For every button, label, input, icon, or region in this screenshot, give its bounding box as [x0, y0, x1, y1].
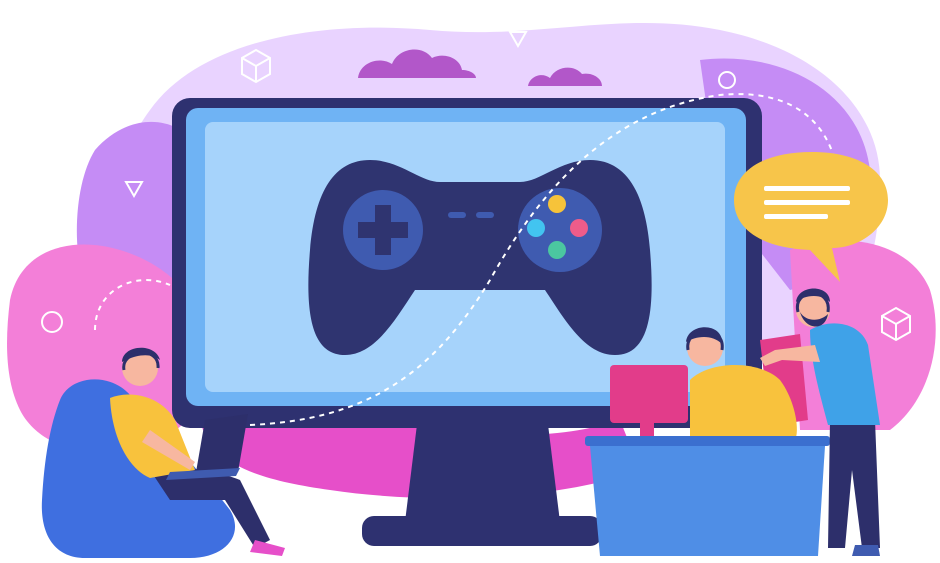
center-slot	[476, 212, 494, 218]
illustration-canvas	[7, 22, 936, 558]
pc-monitor-stand	[640, 420, 654, 436]
gaming-illustration	[0, 0, 940, 563]
center-slot	[448, 212, 466, 218]
bubble-line	[764, 214, 828, 219]
button-green	[548, 241, 566, 259]
button-yellow	[548, 195, 566, 213]
standing-gamer-legs	[828, 420, 880, 548]
shoe	[250, 540, 285, 556]
standing-gamer-shoe	[852, 545, 880, 556]
bubble-line	[764, 186, 850, 191]
button-blue	[527, 219, 545, 237]
button-pink	[570, 219, 588, 237]
desk-body	[590, 446, 825, 556]
desk-top	[585, 436, 830, 446]
pc-monitor-screen	[610, 365, 688, 423]
bubble-line	[764, 200, 850, 205]
monitor-base	[362, 516, 602, 546]
